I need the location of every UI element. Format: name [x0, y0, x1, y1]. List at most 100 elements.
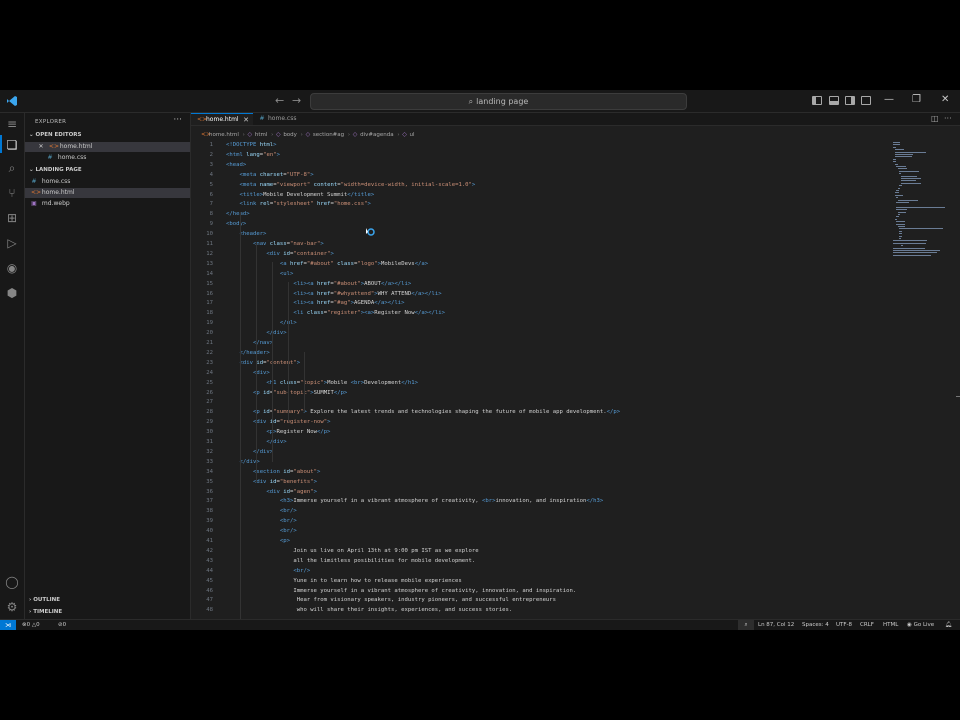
code-line[interactable]: </div> [226, 459, 259, 465]
code-line[interactable]: <p id="summary"> Explore the latest tren… [226, 409, 620, 415]
code-line[interactable]: <meta name="viewport" content="width=dev… [226, 182, 475, 188]
run-debug-icon[interactable]: ▷ [5, 236, 19, 250]
file-item[interactable]: # home.css [25, 177, 190, 187]
code-line[interactable]: <br/> [226, 528, 297, 534]
code-line[interactable]: <p>Register Now</p> [226, 429, 330, 435]
code-line[interactable]: <div> [226, 370, 270, 376]
restore-icon[interactable]: ❐ [912, 93, 921, 107]
code-line[interactable]: <body> [226, 221, 246, 227]
code-line[interactable]: Join us live on April 13th at 9:00 pm IS… [226, 548, 478, 554]
code-line[interactable]: <br/> [226, 518, 297, 524]
indentation[interactable]: Spaces: 4 [802, 620, 829, 630]
timeline-header[interactable]: › TIMELINE [29, 609, 62, 615]
code-line[interactable]: <li class="register"><a>Register Now</a>… [226, 310, 445, 316]
line-number: 18 [206, 310, 213, 317]
customize-layout-icon[interactable] [861, 96, 871, 105]
breadcrumb-item[interactable]: body [283, 132, 297, 138]
code-line[interactable]: <link rel="stylesheet" href="home.css"> [226, 201, 370, 207]
code-line[interactable]: <title>Mobile Development Summit</title> [226, 192, 374, 198]
open-editor-item[interactable]: ✕ <> home.html [25, 142, 190, 152]
forward-arrow-icon[interactable]: → [292, 94, 301, 108]
code-line[interactable]: </div> [226, 449, 273, 455]
tab-home-html[interactable]: <>home.html ✕ [191, 113, 253, 125]
code-line[interactable]: </nav> [226, 340, 273, 346]
extensions-icon[interactable]: ⊞ [5, 211, 19, 225]
command-center-search[interactable]: ⌕ landing page [310, 93, 687, 110]
menu-icon[interactable]: ≡ [5, 117, 19, 131]
source-control-icon[interactable]: ⑂ [5, 186, 19, 200]
breadcrumb-item[interactable]: div#agenda [360, 132, 393, 138]
code-line[interactable]: who will share their insights, experienc… [226, 607, 513, 613]
code-line[interactable]: <meta charset="UTF-8"> [226, 172, 313, 178]
back-arrow-icon[interactable]: ← [275, 94, 284, 108]
open-editor-item[interactable]: # home.css [25, 153, 190, 163]
file-item-selected[interactable]: <> home.html [25, 188, 190, 198]
code-line[interactable]: <html lang="en"> [226, 152, 280, 158]
code-line[interactable]: <header> [226, 231, 266, 237]
code-line[interactable]: Yune in to learn how to release mobile e… [226, 578, 461, 584]
code-line[interactable]: all the limitless posibilities for mobil… [226, 558, 475, 564]
line-endings[interactable]: CRLF [860, 620, 874, 630]
outline-header[interactable]: › OUTLINE [29, 597, 60, 603]
remote-indicator-icon[interactable]: ⋊ [0, 620, 16, 630]
code-line[interactable]: </ul> [226, 320, 297, 326]
search-view-icon[interactable]: ⌕ [5, 161, 19, 175]
language-mode[interactable]: HTML [883, 620, 898, 630]
close-icon[interactable]: ✕ [38, 142, 44, 152]
close-tab-icon[interactable]: ✕ [243, 114, 249, 126]
code-line[interactable]: Immerse yourself in a vibrant atmosphere… [226, 588, 576, 594]
breadcrumb-item[interactable]: section#ag [313, 132, 344, 138]
open-editors-header[interactable]: ⌄ OPEN EDITORS [29, 132, 82, 138]
code-line[interactable]: </header> [226, 350, 269, 356]
minimap[interactable] [893, 142, 955, 262]
code-line[interactable]: </head> [226, 211, 250, 217]
code-editor[interactable]: 1 <!DOCTYPE html> 2 <html lang="en"> 3 <head>… [191, 142, 891, 620]
breadcrumb-item[interactable]: home.html [209, 132, 239, 138]
code-line[interactable]: Hear from visionary speakers, industry p… [226, 597, 556, 603]
minimap-line [899, 230, 902, 232]
toggle-panel-icon[interactable] [829, 96, 839, 105]
close-window-icon[interactable]: ✕ [941, 93, 949, 107]
code-line[interactable]: <h1 class="topic">Mobile <br>Development… [226, 380, 418, 386]
line-number: 38 [206, 508, 213, 515]
android-icon[interactable]: ⬢ [5, 286, 19, 300]
code-line[interactable]: <li><a href="#whyattend">WHY ATTEND</a><… [226, 291, 441, 297]
project-folder-header[interactable]: ⌄ LANDING PAGE [29, 167, 82, 173]
minimize-icon[interactable]: — [884, 93, 894, 107]
settings-gear-icon[interactable]: ⚙ [5, 600, 19, 614]
file-item[interactable]: ▣ md.webp [25, 199, 190, 209]
search-icon: ⌕ [468, 97, 474, 106]
cursor-position[interactable]: Ln 87, Col 12 [758, 620, 794, 630]
code-line[interactable]: <!DOCTYPE html> [226, 142, 277, 148]
code-line[interactable]: <p id="sub-topic">SUMMIT</p> [226, 390, 347, 396]
toggle-primary-sidebar-icon[interactable] [812, 96, 822, 105]
scrollbar-marker[interactable] [956, 396, 960, 397]
go-live-button[interactable]: ◉ Go Live [907, 620, 934, 630]
breadcrumb-item[interactable]: html [255, 132, 268, 138]
tab-home-css[interactable]: # home.css [253, 113, 319, 125]
more-actions-icon[interactable]: ··· [944, 114, 952, 123]
code-line[interactable]: <li><a href="#about">ABOUT</a></li> [226, 281, 411, 287]
split-editor-icon[interactable]: ◫ [931, 114, 939, 123]
code-line[interactable]: <div id="container"> [226, 251, 333, 257]
code-line[interactable]: <li><a href="#ag">AGENDA</a></li> [226, 300, 404, 306]
explorer-icon[interactable]: ❏ [5, 138, 19, 152]
code-line[interactable]: <ul> [226, 271, 293, 277]
code-line[interactable]: <head> [226, 162, 246, 168]
account-icon[interactable]: ◯ [5, 575, 19, 589]
code-line[interactable]: <div id="register-now"> [226, 419, 331, 425]
breadcrumb-item[interactable]: ul [410, 132, 415, 138]
notifications-icon[interactable]: 🔔︎ [945, 620, 952, 630]
remote-explorer-icon[interactable]: ◉ [5, 261, 19, 275]
code-line[interactable]: <h3>Immerse yourself in a vibrant atmosp… [226, 498, 603, 504]
code-line[interactable]: <p> [226, 538, 290, 544]
ports-indicator[interactable]: ⊘0 [58, 620, 66, 630]
toggle-secondary-sidebar-icon[interactable] [845, 96, 855, 105]
code-line[interactable]: <br/> [226, 508, 297, 514]
zoom-icon[interactable]: ⌕ [738, 620, 754, 630]
code-line[interactable]: <div id="content"> [226, 360, 300, 366]
problems-indicator[interactable]: ⊗0 △0 [22, 620, 40, 630]
encoding[interactable]: UTF-8 [836, 620, 852, 630]
more-actions-icon[interactable]: ··· [173, 115, 182, 125]
code-line[interactable]: <br/> [226, 568, 310, 574]
